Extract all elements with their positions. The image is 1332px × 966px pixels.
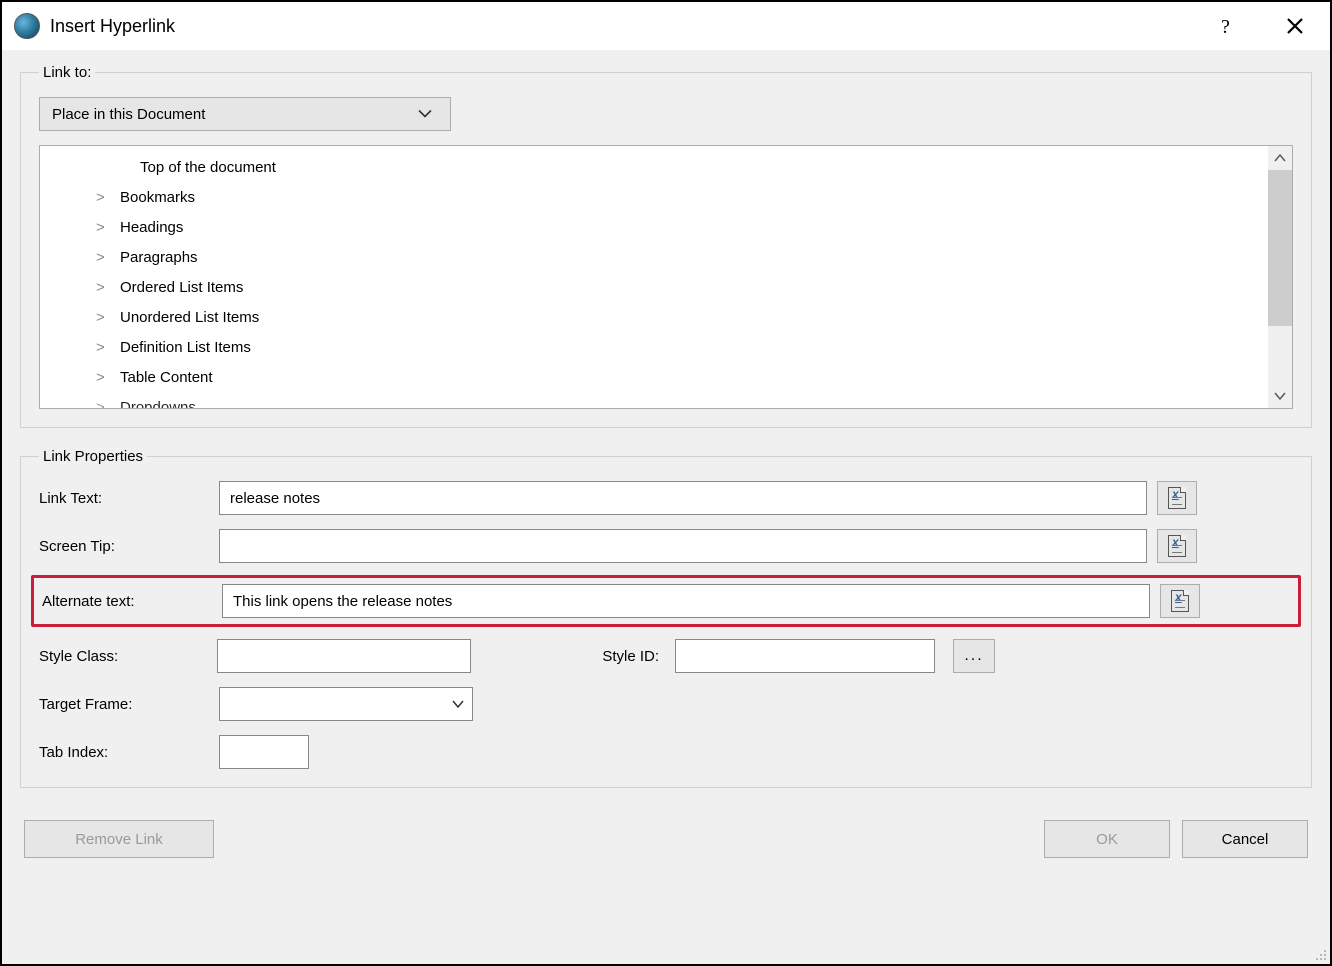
expand-icon[interactable]: >: [96, 369, 110, 386]
expand-icon[interactable]: >: [96, 279, 110, 296]
help-button[interactable]: ?: [1214, 11, 1244, 41]
close-button[interactable]: [1280, 11, 1310, 41]
tree-list: Top of the document > Bookmarks > Headin…: [40, 146, 1268, 408]
expand-icon[interactable]: >: [96, 399, 110, 409]
link-text-label: Link Text:: [39, 490, 209, 507]
row-tab-index: Tab Index:: [39, 735, 1293, 769]
tree-item-headings[interactable]: > Headings: [40, 212, 1268, 242]
row-style: Style Class: Style ID: ...: [39, 639, 1293, 673]
alternate-text-var-button[interactable]: [1160, 584, 1200, 618]
tree-item-table-content[interactable]: > Table Content: [40, 362, 1268, 392]
tree-item-top[interactable]: Top of the document: [40, 152, 1268, 182]
link-to-legend: Link to:: [39, 64, 95, 81]
titlebar: Insert Hyperlink ?: [2, 2, 1330, 50]
chevron-down-icon: [418, 106, 432, 123]
tree-scrollbar[interactable]: [1268, 146, 1292, 408]
remove-link-button: Remove Link: [24, 820, 214, 858]
target-frame-dropdown[interactable]: [219, 687, 473, 721]
screen-tip-label: Screen Tip:: [39, 538, 209, 555]
tab-index-input[interactable]: [219, 735, 309, 769]
style-id-browse-button[interactable]: ...: [953, 639, 995, 673]
scroll-up-icon[interactable]: [1268, 146, 1292, 170]
variable-doc-icon: [1171, 590, 1189, 612]
tree-item-label: Table Content: [120, 369, 213, 386]
expand-icon[interactable]: >: [96, 309, 110, 326]
tree-item-definition-list[interactable]: > Definition List Items: [40, 332, 1268, 362]
link-to-dropdown[interactable]: Place in this Document: [39, 97, 451, 131]
variable-doc-icon: [1168, 487, 1186, 509]
tree-item-label: Ordered List Items: [120, 279, 243, 296]
style-class-input[interactable]: [217, 639, 471, 673]
tree-item-dropdowns[interactable]: > Dropdowns: [40, 392, 1268, 408]
resize-grip-icon: [1311, 945, 1327, 961]
dialog-footer: Remove Link OK Cancel: [20, 808, 1312, 870]
tree-item-label: Paragraphs: [120, 249, 198, 266]
alternate-text-highlight: Alternate text:: [31, 575, 1301, 627]
expand-icon[interactable]: >: [96, 189, 110, 206]
tree-item-label: Top of the document: [140, 159, 276, 176]
ok-button: OK: [1044, 820, 1170, 858]
style-id-input[interactable]: [675, 639, 935, 673]
target-frame-label: Target Frame:: [39, 696, 209, 713]
link-text-input[interactable]: [219, 481, 1147, 515]
tree-item-label: Definition List Items: [120, 339, 251, 356]
tree-item-label: Headings: [120, 219, 183, 236]
screen-tip-input[interactable]: [219, 529, 1147, 563]
row-alternate-text: Alternate text:: [42, 584, 1290, 618]
tree-item-ordered-list[interactable]: > Ordered List Items: [40, 272, 1268, 302]
title-controls: ?: [1214, 11, 1318, 41]
dialog-body: Link to: Place in this Document Top of t…: [2, 50, 1330, 964]
chevron-down-icon: [444, 688, 472, 720]
cancel-button[interactable]: Cancel: [1182, 820, 1308, 858]
expand-icon[interactable]: >: [96, 339, 110, 356]
tree-item-bookmarks[interactable]: > Bookmarks: [40, 182, 1268, 212]
expand-icon[interactable]: >: [96, 219, 110, 236]
app-icon: [14, 13, 40, 39]
style-id-label: Style ID:: [545, 648, 675, 665]
screen-tip-var-button[interactable]: [1157, 529, 1197, 563]
row-target-frame: Target Frame:: [39, 687, 1293, 721]
svg-text:?: ?: [1221, 16, 1230, 37]
scroll-track[interactable]: [1268, 326, 1292, 384]
link-targets-tree: Top of the document > Bookmarks > Headin…: [39, 145, 1293, 409]
tree-item-unordered-list[interactable]: > Unordered List Items: [40, 302, 1268, 332]
alternate-text-input[interactable]: [222, 584, 1150, 618]
variable-doc-icon: [1168, 535, 1186, 557]
row-link-text: Link Text:: [39, 481, 1293, 515]
tree-item-paragraphs[interactable]: > Paragraphs: [40, 242, 1268, 272]
tree-item-label: Dropdowns: [120, 399, 196, 409]
link-properties-group: Link Properties Link Text: Screen Tip: A…: [20, 448, 1312, 788]
insert-hyperlink-dialog: Insert Hyperlink ? Link to: Place in thi…: [0, 0, 1332, 966]
alternate-text-label: Alternate text:: [42, 593, 212, 610]
tree-item-label: Bookmarks: [120, 189, 195, 206]
tab-index-label: Tab Index:: [39, 744, 209, 761]
scroll-thumb[interactable]: [1268, 170, 1292, 326]
row-screen-tip: Screen Tip:: [39, 529, 1293, 563]
link-to-selected: Place in this Document: [52, 106, 205, 123]
link-to-group: Link to: Place in this Document Top of t…: [20, 64, 1312, 428]
tree-item-label: Unordered List Items: [120, 309, 259, 326]
expand-icon[interactable]: >: [96, 249, 110, 266]
link-text-var-button[interactable]: [1157, 481, 1197, 515]
link-properties-legend: Link Properties: [39, 448, 147, 465]
scroll-down-icon[interactable]: [1268, 384, 1292, 408]
window-title: Insert Hyperlink: [50, 16, 1204, 37]
style-class-label: Style Class:: [39, 648, 217, 665]
